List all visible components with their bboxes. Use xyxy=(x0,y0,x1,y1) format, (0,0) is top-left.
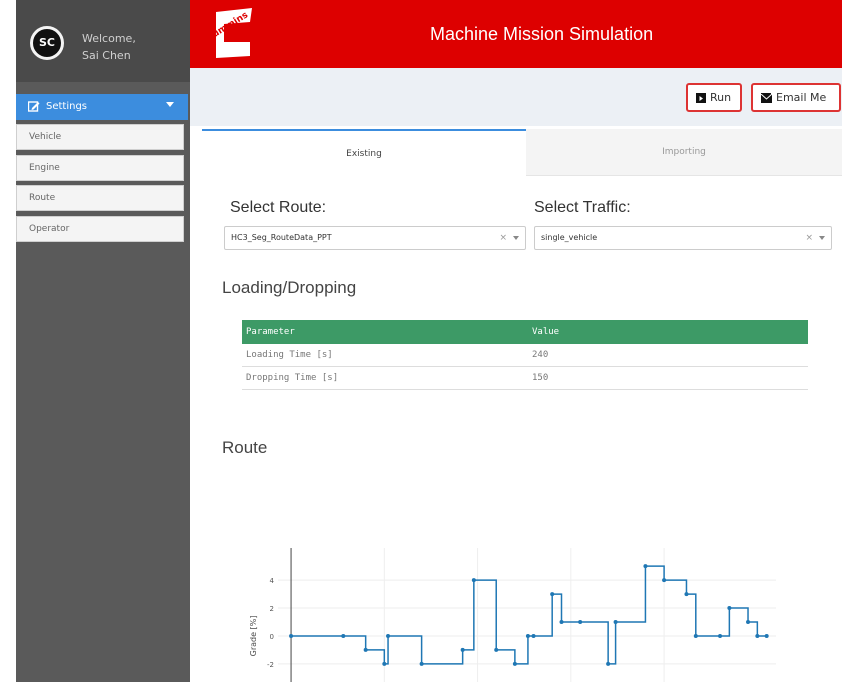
data-point xyxy=(684,592,689,597)
app-frame: SC Welcome, Sai Chen Settings Vehicle En… xyxy=(16,0,842,682)
data-point xyxy=(382,661,387,666)
data-point xyxy=(525,633,530,638)
route-chart: 4 2 0 -2 Grade [%] xyxy=(249,548,776,682)
y-axis-label: Grade [%] xyxy=(249,616,258,657)
data-point xyxy=(755,633,760,638)
data-point xyxy=(512,661,517,666)
y-tick-label: 4 xyxy=(270,577,275,585)
data-point xyxy=(386,633,391,638)
data-point xyxy=(559,619,564,624)
data-point xyxy=(718,633,723,638)
data-point xyxy=(363,647,368,652)
data-point xyxy=(460,647,465,652)
data-point xyxy=(693,633,698,638)
data-point xyxy=(613,619,618,624)
y-tick-label: 0 xyxy=(270,633,274,641)
data-point xyxy=(419,661,424,666)
data-point xyxy=(494,647,499,652)
data-point xyxy=(531,633,536,638)
data-point xyxy=(341,633,346,638)
data-point xyxy=(662,578,667,583)
data-point xyxy=(471,578,476,583)
y-tick-label: -2 xyxy=(267,661,274,669)
y-tick-label: 2 xyxy=(270,605,274,613)
data-point xyxy=(746,619,751,624)
data-point xyxy=(289,633,294,638)
data-point xyxy=(764,633,769,638)
data-point xyxy=(606,661,611,666)
data-point xyxy=(578,619,583,624)
series-line xyxy=(291,565,767,665)
data-point xyxy=(727,606,732,611)
data-point xyxy=(643,564,648,569)
data-point xyxy=(550,592,555,597)
